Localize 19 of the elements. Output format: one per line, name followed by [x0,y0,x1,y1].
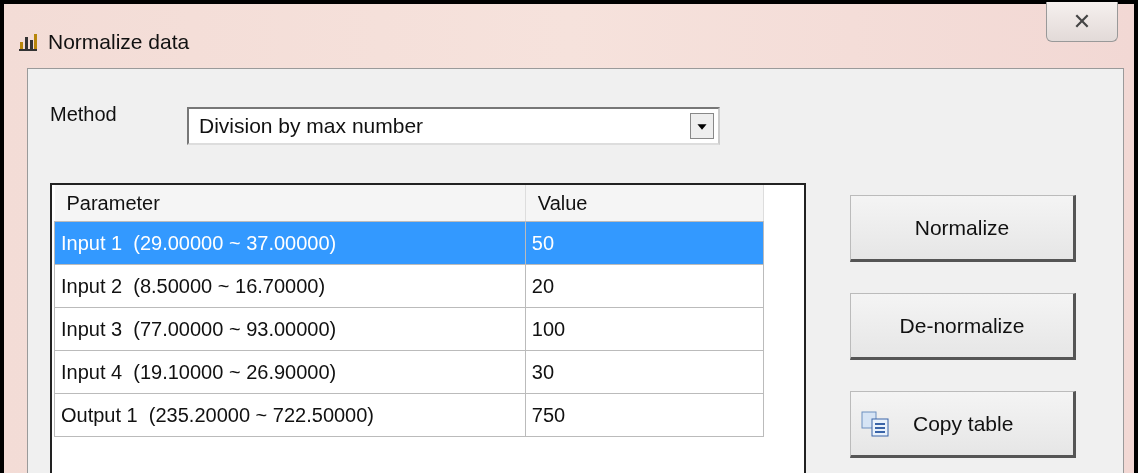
bar-chart-icon [18,33,38,51]
table-cell[interactable]: Output 1 (235.20000 ~ 722.50000) [54,393,526,437]
method-label: Method [50,103,118,126]
table-cell[interactable]: Input 2 (8.50000 ~ 16.70000) [54,264,526,308]
copy-icon [861,410,891,437]
table-cell[interactable]: Input 3 (77.00000 ~ 93.00000) [54,307,526,351]
action-button[interactable]: Normalize [850,195,1076,262]
table-cell[interactable]: 100 [525,307,764,351]
table-cell[interactable]: 750 [525,393,764,437]
column-header: Value [525,185,764,222]
table-cell[interactable]: 20 [525,264,764,308]
column-header: Parameter [54,185,526,222]
copy-table-button[interactable]: Copy table [850,391,1076,458]
window-title: Normalize data [48,30,190,54]
action-button[interactable]: De-normalize [850,293,1076,360]
table-cell[interactable]: Input 4 (19.10000 ~ 26.90000) [54,350,526,394]
close-button[interactable]: ✕ [1046,2,1118,42]
table-cell[interactable]: 30 [525,350,764,394]
method-dropdown[interactable]: Division by max number [187,107,720,145]
